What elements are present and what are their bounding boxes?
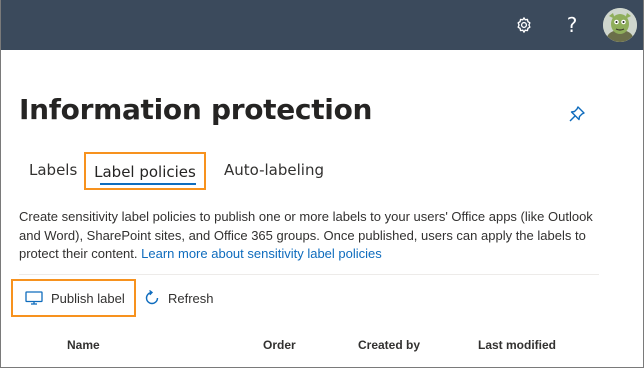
tab-label-policies[interactable]: Label policies bbox=[84, 152, 206, 190]
page-title: Information protection bbox=[19, 93, 373, 126]
tab-bar: Labels Label policies Auto-labeling bbox=[1, 152, 643, 192]
pin-icon bbox=[569, 106, 585, 122]
active-tab-indicator bbox=[100, 183, 196, 185]
app-window: ? Information protection Labels Label po… bbox=[0, 0, 644, 368]
top-bar: ? bbox=[1, 0, 643, 50]
publish-icon bbox=[25, 291, 43, 305]
tab-auto-labeling[interactable]: Auto-labeling bbox=[224, 152, 324, 190]
divider bbox=[19, 274, 599, 275]
avatar[interactable] bbox=[603, 8, 637, 42]
description: Create sensitivity label policies to pub… bbox=[19, 208, 599, 264]
refresh-icon bbox=[143, 289, 161, 307]
column-header-last-modified[interactable]: Last modified bbox=[478, 338, 556, 352]
column-header-name[interactable]: Name bbox=[67, 338, 100, 352]
pin-button[interactable] bbox=[567, 104, 587, 124]
tab-labels[interactable]: Labels bbox=[29, 152, 77, 190]
refresh-label: Refresh bbox=[168, 290, 214, 306]
gear-icon bbox=[517, 17, 531, 33]
help-button[interactable]: ? bbox=[557, 10, 587, 40]
column-header-created-by[interactable]: Created by bbox=[358, 338, 420, 352]
tab-label-policies-label: Label policies bbox=[94, 163, 196, 181]
refresh-button[interactable]: Refresh bbox=[143, 279, 214, 317]
publish-label-text: Publish label bbox=[51, 290, 125, 306]
column-header-order[interactable]: Order bbox=[263, 338, 296, 352]
user-avatar-icon bbox=[603, 8, 637, 42]
publish-label-button[interactable]: Publish label bbox=[11, 279, 136, 317]
settings-button[interactable] bbox=[509, 10, 539, 40]
help-icon: ? bbox=[566, 13, 578, 37]
learn-more-link[interactable]: Learn more about sensitivity label polic… bbox=[141, 246, 382, 261]
